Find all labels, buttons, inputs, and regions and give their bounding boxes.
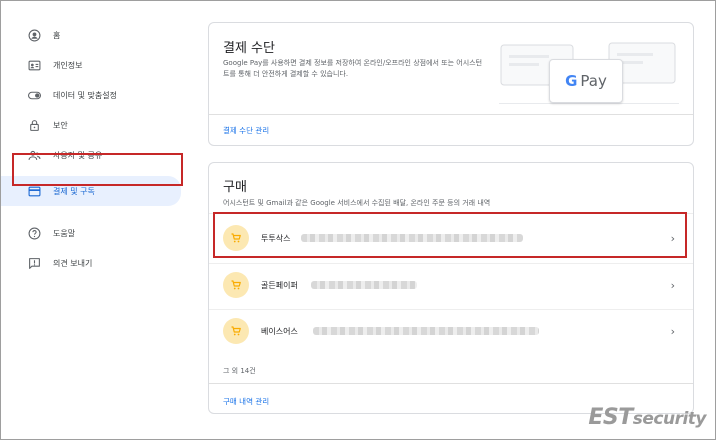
- sidebar-item-label: 데이터 및 맞춤설정: [53, 90, 117, 100]
- account-circle-icon: [27, 28, 41, 42]
- sidebar-item-label: 의견 보내기: [53, 258, 93, 268]
- manage-payment-methods-link[interactable]: 결제 수단 관리: [223, 125, 269, 136]
- sidebar-item-security[interactable]: 보안: [1, 112, 191, 138]
- sidebar-item-label: 보안: [53, 120, 68, 130]
- payment-methods-card: 결제 수단 Google Pay를 사용하면 결제 정보를 저장하여 온라인/오…: [208, 22, 694, 146]
- watermark-est: EST: [588, 405, 633, 430]
- sidebar-item-home[interactable]: 홈: [1, 22, 191, 48]
- sidebar-item-help[interactable]: 도움말: [1, 220, 191, 246]
- shopping-cart-icon: [223, 272, 249, 298]
- payment-methods-title: 결제 수단: [223, 41, 275, 56]
- sidebar-item-personal-info[interactable]: 개인정보: [1, 52, 191, 78]
- purchase-row-baseus[interactable]: 베이스어스 ›: [209, 309, 693, 353]
- google-pay-card: G Pay: [549, 59, 623, 103]
- chevron-right-icon: ›: [670, 278, 675, 292]
- card-divider: [209, 383, 693, 384]
- blurred-purchase-detail: [313, 327, 539, 335]
- card-divider: [209, 114, 693, 115]
- sidebar-item-label: 도움말: [53, 228, 76, 238]
- watermark-security: security: [632, 409, 707, 429]
- google-g-icon: G: [565, 72, 578, 90]
- purchase-row-golden-paper[interactable]: 골든페이퍼 ›: [209, 263, 693, 307]
- purchases-title: 구매: [223, 180, 247, 195]
- manage-purchases-link[interactable]: 구매 내역 관리: [223, 396, 269, 407]
- purchase-merchant-name: 베이스어스: [261, 326, 298, 336]
- feedback-icon: [27, 256, 41, 270]
- highlight-box-purchase: [213, 212, 687, 258]
- shopping-cart-icon: [223, 318, 249, 344]
- google-pay-text: Pay: [580, 72, 607, 90]
- lock-icon: [27, 118, 41, 132]
- sidebar-item-label: 개인정보: [53, 60, 83, 70]
- sidebar-item-label: 홈: [53, 30, 61, 40]
- sidebar: 홈 개인정보 데이터 및 맞춤설정 보안 사용자 및 공유 결제 및 구독 도움…: [1, 22, 191, 280]
- more-purchases-count: 그 외 14건: [223, 367, 256, 375]
- sidebar-item-data-personalization[interactable]: 데이터 및 맞춤설정: [1, 82, 191, 108]
- chevron-right-icon: ›: [670, 324, 675, 338]
- purchases-card: 구매 어시스턴트 및 Gmail과 같은 Google 서비스에서 수집된 배달…: [208, 162, 694, 414]
- help-icon: [27, 226, 41, 240]
- sidebar-item-send-feedback[interactable]: 의견 보내기: [1, 250, 191, 276]
- purchases-description: 어시스턴트 및 Gmail과 같은 Google 서비스에서 수집된 배달, 온…: [223, 199, 491, 207]
- est-security-watermark: ESTsecurity: [588, 405, 706, 430]
- payment-methods-description: Google Pay를 사용하면 결제 정보를 저장하여 온라인/오프라인 상점…: [223, 59, 483, 78]
- blurred-purchase-detail: [311, 281, 417, 289]
- sidebar-item-label: 결제 및 구독: [53, 186, 95, 196]
- highlight-box-sidebar: [12, 153, 183, 186]
- toggle-icon: [27, 88, 41, 102]
- purchase-merchant-name: 골든페이퍼: [261, 280, 298, 290]
- id-card-icon: [27, 58, 41, 72]
- credit-card-icon: [27, 184, 41, 198]
